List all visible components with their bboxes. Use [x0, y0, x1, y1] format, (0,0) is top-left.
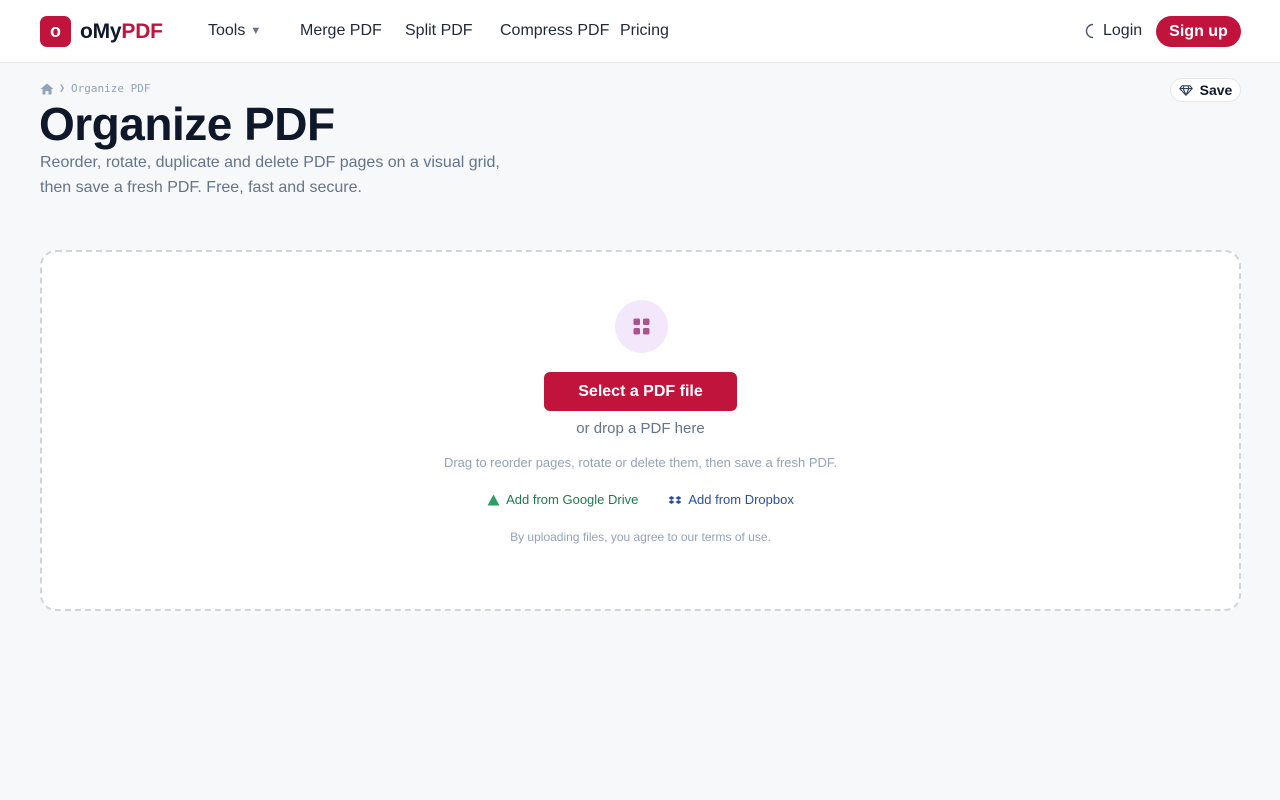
save-label: Save [1199, 82, 1233, 98]
logo[interactable]: o oMyPDF [40, 16, 163, 47]
top-header: o oMyPDF Tools ▼ Merge PDF Split PDF Comp… [0, 0, 1280, 63]
home-icon[interactable] [40, 83, 54, 95]
chevron-right-icon: ❯ [59, 83, 66, 94]
caret-down-icon: ▼ [250, 25, 262, 37]
nav-compress-pdf[interactable]: Compress PDF [500, 22, 609, 40]
logo-text-main: oMy [80, 19, 122, 43]
terms-notice: By uploading files, you agree to our ter… [510, 530, 771, 544]
google-drive-link[interactable]: Add from Google Drive [487, 492, 638, 507]
page-title: Organize PDF [39, 98, 335, 150]
dropbox-link[interactable]: Add from Dropbox [668, 492, 794, 507]
dropbox-icon [668, 495, 682, 504]
nav-split-pdf[interactable]: Split PDF [405, 22, 473, 40]
logo-text: oMyPDF [80, 20, 163, 44]
login-link[interactable]: Login [1103, 22, 1142, 40]
organize-hint: Drag to reorder pages, rotate or delete … [443, 455, 838, 470]
nav-pricing[interactable]: Pricing [620, 22, 669, 40]
page-description-line-2: then save a fresh PDF. Free, fast and se… [40, 179, 362, 196]
page-description: Reorder, rotate, duplicate and delete PD… [40, 150, 560, 200]
moon-icon[interactable] [1083, 23, 1099, 39]
breadcrumb-current: Organize PDF [71, 82, 151, 95]
cloud-source-links: Add from Google Drive Add from Dropbox [42, 492, 1239, 507]
grid-icon [615, 300, 668, 353]
signup-button[interactable]: Sign up [1156, 16, 1241, 47]
dropbox-label: Add from Dropbox [688, 492, 794, 507]
page-description-line-1: Reorder, rotate, duplicate and delete PD… [40, 154, 500, 171]
google-drive-icon [487, 494, 500, 505]
nav-tools-dropdown[interactable]: Tools ▼ [208, 22, 261, 40]
diamond-icon [1178, 84, 1193, 96]
drop-instruction: or drop a PDF here [576, 420, 705, 437]
logo-text-accent: PDF [121, 19, 163, 43]
logo-mark: o [40, 16, 71, 47]
nav-merge-pdf[interactable]: Merge PDF [300, 22, 382, 40]
breadcrumb: ❯ Organize PDF [40, 82, 151, 95]
nav-tools-label: Tools [208, 22, 246, 39]
google-drive-label: Add from Google Drive [506, 492, 639, 507]
file-dropzone[interactable]: Select a PDF file or drop a PDF here Dra… [40, 250, 1241, 611]
save-button[interactable]: Save [1170, 78, 1241, 102]
select-pdf-button[interactable]: Select a PDF file [544, 372, 737, 411]
